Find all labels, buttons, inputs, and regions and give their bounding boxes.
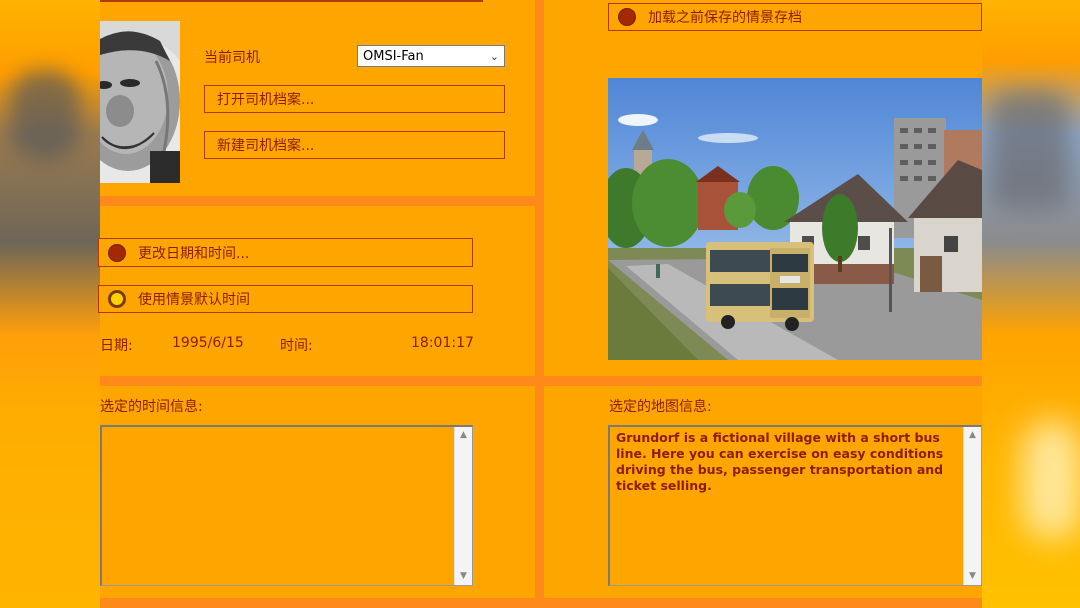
map-info-textbox[interactable]: Grundorf is a fictional village with a s… — [608, 425, 982, 586]
driver-select-value: OMSI-Fan — [363, 48, 424, 64]
map-info-scrollbar[interactable]: ▲ ▼ — [963, 427, 981, 585]
top-edge-line — [100, 0, 483, 2]
default-time-label: 使用情景默认时间 — [138, 292, 250, 308]
scroll-up-icon[interactable]: ▲ — [455, 427, 472, 444]
map-preview-image — [608, 78, 982, 360]
map-info-label: 选定的地图信息: — [609, 399, 712, 415]
load-savegame-label: 加载之前保存的情景存档 — [648, 10, 802, 26]
radio-unselected-icon — [108, 243, 126, 262]
change-datetime-radio[interactable]: 更改日期和时间... — [98, 238, 473, 267]
blurred-left-margin — [0, 0, 100, 608]
date-label: 日期: — [100, 338, 133, 354]
time-value: 18:01:17 — [411, 335, 474, 351]
vertical-divider — [535, 0, 544, 608]
open-driver-profile-label: 打开司机档案... — [217, 92, 315, 108]
horizontal-divider-top — [100, 196, 535, 206]
time-info-textbox[interactable]: ▲ ▼ — [100, 425, 473, 586]
time-info-scrollbar[interactable]: ▲ ▼ — [454, 427, 472, 585]
scroll-down-icon[interactable]: ▼ — [964, 568, 981, 585]
scroll-down-icon[interactable]: ▼ — [455, 568, 472, 585]
driver-select[interactable]: OMSI-Fan ⌄ — [357, 45, 505, 67]
scroll-up-icon[interactable]: ▲ — [964, 427, 981, 444]
date-value: 1995/6/15 — [172, 335, 244, 351]
new-driver-profile-button[interactable]: 新建司机档案... — [204, 131, 505, 159]
load-savegame-radio[interactable]: 加载之前保存的情景存档 — [608, 3, 982, 31]
time-label: 时间: — [280, 338, 313, 354]
time-info-label: 选定的时间信息: — [100, 399, 203, 415]
open-driver-profile-button[interactable]: 打开司机档案... — [204, 85, 505, 113]
new-driver-profile-label: 新建司机档案... — [217, 138, 315, 154]
radio-selected-icon — [108, 290, 126, 308]
driver-avatar — [100, 21, 180, 183]
radio-unselected-icon — [618, 8, 636, 26]
scenario-setup-window: 当前司机 OMSI-Fan ⌄ 打开司机档案... 新建司机档案... 更改日期… — [98, 0, 982, 608]
current-driver-label: 当前司机 — [204, 50, 260, 66]
default-time-radio[interactable]: 使用情景默认时间 — [98, 285, 473, 313]
change-datetime-label: 更改日期和时间... — [138, 245, 250, 262]
map-info-text: Grundorf is a fictional village with a s… — [616, 430, 944, 493]
blurred-right-margin — [982, 0, 1080, 608]
chevron-down-icon: ⌄ — [489, 50, 499, 63]
horizontal-divider-middle — [100, 376, 982, 386]
horizontal-divider-bottom — [100, 598, 982, 608]
